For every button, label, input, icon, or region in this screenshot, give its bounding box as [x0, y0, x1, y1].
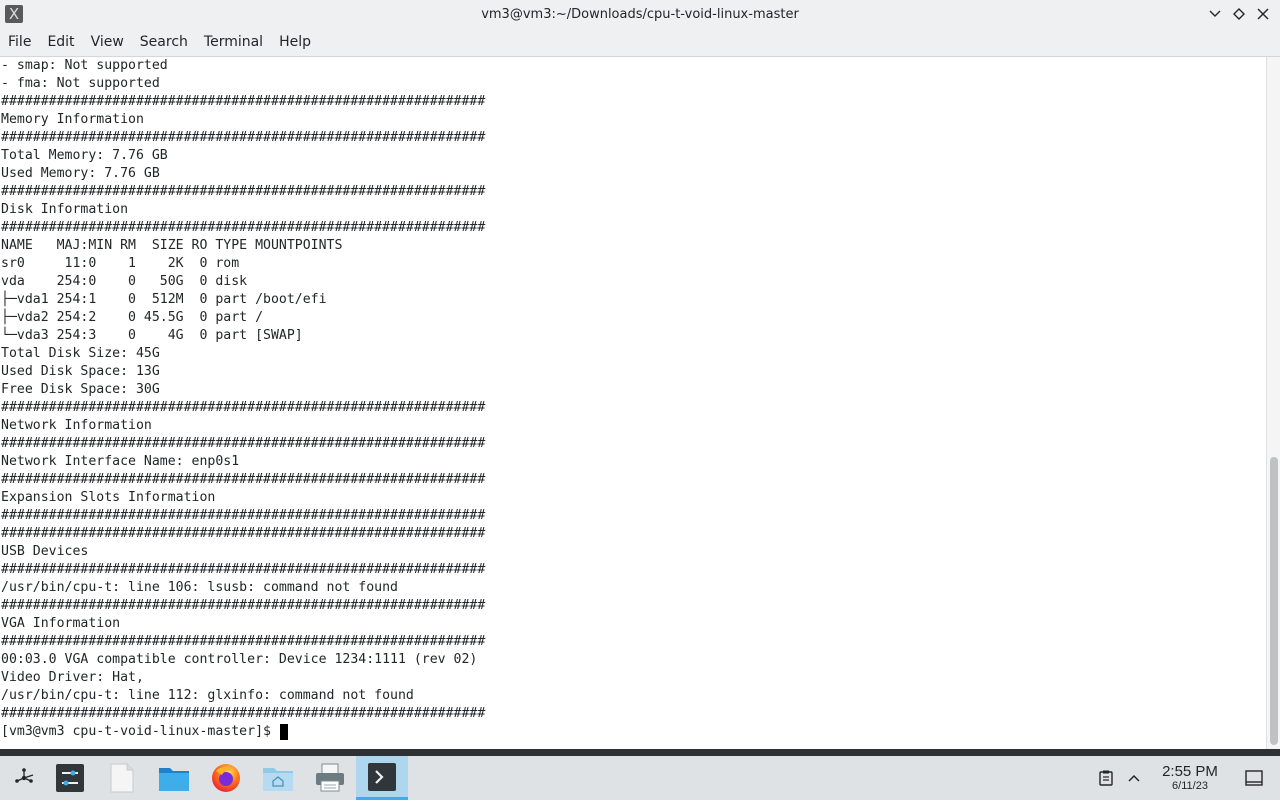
terminal-line: sr0 11:0 1 2K 0 rom	[1, 256, 240, 271]
printer-icon[interactable]	[306, 756, 354, 800]
show-desktop-icon[interactable]	[1242, 756, 1266, 800]
home-folder-icon[interactable]	[254, 756, 302, 800]
terminal-line: Total Disk Size: 45G	[1, 346, 160, 361]
app-icon[interactable]: X	[5, 5, 23, 23]
document-icon[interactable]	[98, 756, 146, 800]
menu-file[interactable]: File	[0, 28, 39, 56]
clipboard-icon[interactable]	[1094, 756, 1118, 800]
terminal-line: ########################################…	[1, 634, 486, 649]
window-titlebar[interactable]: X vm3@vm3:~/Downloads/cpu-t-void-linux-m…	[0, 0, 1280, 28]
shell-prompt: [vm3@vm3 cpu-t-void-linux-master]$	[1, 724, 279, 739]
menu-terminal[interactable]: Terminal	[196, 28, 271, 56]
terminal-line: vda 254:0 0 50G 0 disk	[1, 274, 248, 289]
terminal-line: ########################################…	[1, 598, 486, 613]
terminal-line: ├─vda1 254:1 0 512M 0 part /boot/efi	[1, 292, 327, 307]
terminal-line: Network Information	[1, 418, 152, 433]
terminal-line: ########################################…	[1, 220, 486, 235]
terminal-line: /usr/bin/cpu-t: line 106: lsusb: command…	[1, 580, 398, 595]
terminal-line: Used Disk Space: 13G	[1, 364, 160, 379]
terminal-icon[interactable]	[356, 756, 408, 800]
terminal-line: Memory Information	[1, 112, 144, 127]
digital-clock[interactable]: 2:55 PM 6/11/23	[1152, 763, 1228, 793]
panel-border	[0, 749, 1280, 756]
terminal-line: USB Devices	[1, 544, 89, 559]
launcher-icon[interactable]	[0, 756, 48, 800]
terminal-line: VGA Information	[1, 616, 121, 631]
close-icon[interactable]	[1254, 4, 1272, 24]
terminal-line: ########################################…	[1, 436, 486, 451]
terminal-line: ########################################…	[1, 706, 486, 721]
terminal-line: ├─vda2 254:2 0 45.5G 0 part /	[1, 310, 264, 325]
settings-icon[interactable]	[46, 756, 94, 800]
terminal-line: NAME MAJ:MIN RM SIZE RO TYPE MOUNTPOINTS	[1, 238, 343, 253]
menu-edit[interactable]: Edit	[39, 28, 82, 56]
terminal-line: Free Disk Space: 30G	[1, 382, 160, 397]
terminal-line: ########################################…	[1, 526, 486, 541]
terminal-line: ########################################…	[1, 130, 486, 145]
prompt-line[interactable]: [vm3@vm3 cpu-t-void-linux-master]$	[0, 723, 1266, 741]
terminal-line: ########################################…	[1, 400, 486, 415]
terminal-window: X vm3@vm3:~/Downloads/cpu-t-void-linux-m…	[0, 0, 1280, 749]
menu-help[interactable]: Help	[271, 28, 319, 56]
terminal-line: Expansion Slots Information	[1, 490, 216, 505]
terminal-line: Total Memory: 7.76 GB	[1, 148, 168, 163]
maximize-icon[interactable]	[1230, 4, 1248, 24]
folder-icon[interactable]	[150, 756, 198, 800]
terminal-line: ########################################…	[1, 184, 486, 199]
terminal-output[interactable]: - smap: Not supported - fma: Not supporte…	[0, 57, 1266, 749]
menu-view[interactable]: View	[83, 28, 132, 56]
terminal-line: /usr/bin/cpu-t: line 112: glxinfo: comma…	[1, 688, 414, 703]
terminal-line: ########################################…	[1, 472, 486, 487]
terminal-line: Video Driver: Hat,	[1, 670, 144, 685]
clock-time: 2:55 PM	[1162, 763, 1218, 780]
vertical-scrollbar[interactable]	[1266, 57, 1280, 749]
menu-search[interactable]: Search	[132, 28, 196, 56]
taskbar	[0, 756, 1280, 800]
terminal-line: 00:03.0 VGA compatible controller: Devic…	[1, 652, 478, 667]
terminal-line: Network Interface Name: enp0s1	[1, 454, 240, 469]
text-cursor	[279, 724, 288, 740]
window-controls	[1206, 4, 1272, 24]
terminal-line: ########################################…	[1, 562, 486, 577]
menubar: File Edit View Search Terminal Help	[0, 28, 1280, 57]
window-title: vm3@vm3:~/Downloads/cpu-t-void-linux-mas…	[481, 6, 799, 22]
terminal-line: - smap: Not supported	[1, 58, 168, 73]
terminal-line: ########################################…	[1, 508, 486, 523]
chevron-up-icon[interactable]	[1124, 756, 1144, 800]
terminal-line: Disk Information	[1, 202, 129, 217]
minimize-icon[interactable]	[1206, 4, 1224, 24]
scrollbar-thumb[interactable]	[1270, 457, 1278, 745]
terminal-line: └─vda3 254:3 0 4G 0 part [SWAP]	[1, 328, 303, 343]
terminal-line: - fma: Not supported	[1, 76, 160, 91]
terminal-line: ########################################…	[1, 94, 486, 109]
firefox-icon[interactable]	[202, 756, 250, 800]
terminal-line: Used Memory: 7.76 GB	[1, 166, 160, 181]
clock-date: 6/11/23	[1172, 780, 1208, 792]
